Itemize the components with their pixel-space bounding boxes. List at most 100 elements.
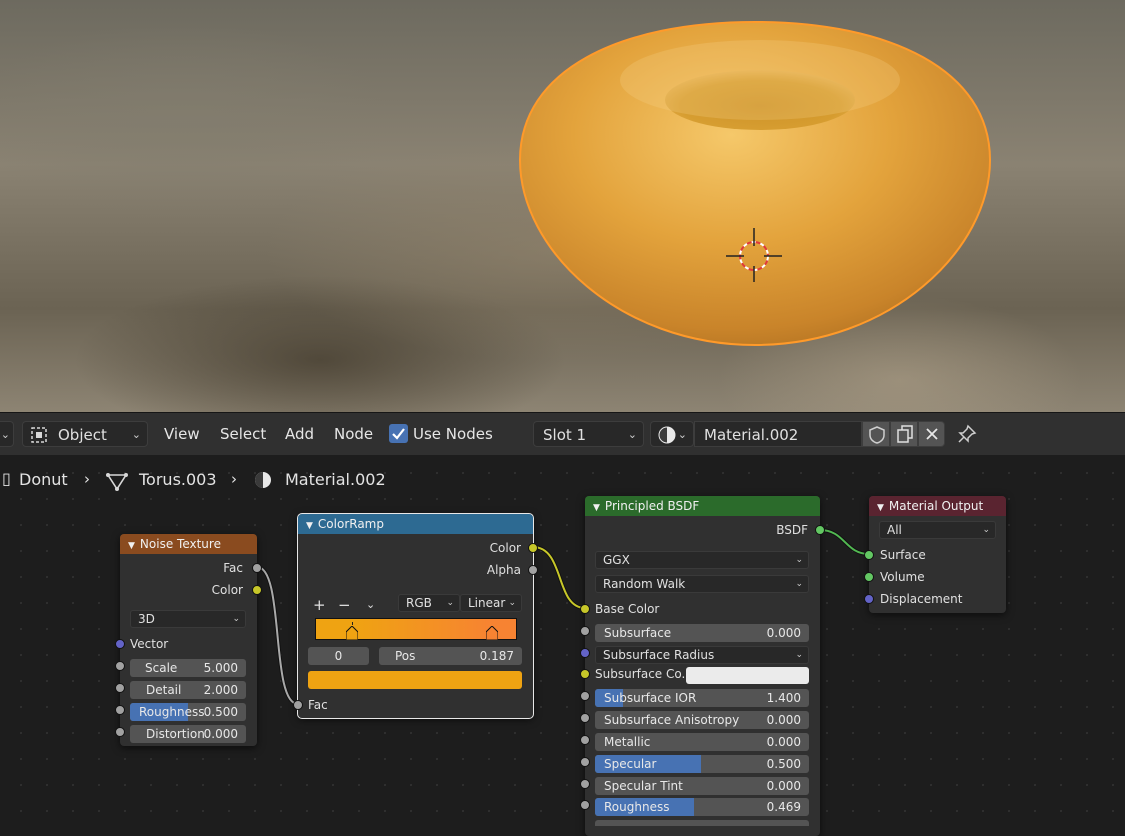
subsurface-field[interactable]: Subsurface 0.000 [595, 624, 809, 642]
subsurface-anisotropy-field[interactable]: Subsurface Anisotropy 0.000 [595, 711, 809, 729]
output-bsdf-socket[interactable] [815, 525, 825, 535]
base-color-label: Base Color [595, 602, 660, 616]
menu-add[interactable]: Add [285, 421, 314, 447]
principled-bsdf-node[interactable]: ▼ Principled BSDF BSDF GGX ⌄ Random Walk ⌄ … [580, 496, 825, 836]
input-displacement-socket[interactable] [864, 594, 874, 604]
node-editor-canvas[interactable]: ▼ Noise Texture Fac Color 3D ⌄ Vector Scal… [0, 454, 1125, 836]
metallic-field[interactable]: Metallic 0.000 [595, 733, 809, 751]
object-mode-icon: ▯ [2, 469, 11, 488]
subsurface-color-socket[interactable] [580, 669, 590, 679]
detail-socket[interactable] [115, 683, 125, 693]
use-nodes-label[interactable]: Use Nodes [413, 421, 493, 447]
subsurface-radius-dropdown[interactable]: Subsurface Radius ⌄ [595, 646, 809, 664]
shader-type-dropdown[interactable]: Object ⌄ [22, 421, 148, 447]
collapse-triangle-icon[interactable]: ▼ [306, 516, 313, 536]
specular-socket[interactable] [580, 757, 590, 767]
menu-node[interactable]: Node [334, 421, 373, 447]
noise-texture-header[interactable]: ▼ Noise Texture [120, 534, 257, 554]
chevron-down-icon[interactable]: ⌄ [366, 598, 375, 611]
chevron-right-icon: › [84, 470, 90, 488]
object-icon [31, 427, 47, 443]
menu-view[interactable]: View [164, 421, 200, 447]
close-icon [926, 428, 938, 440]
remove-stop-button[interactable]: − [338, 596, 351, 614]
browse-material-button[interactable]: ⌄ [650, 421, 694, 447]
active-stop-index-field[interactable]: 0 [308, 647, 369, 665]
color-mode-dropdown[interactable]: RGB ⌄ [398, 594, 460, 612]
input-volume-socket[interactable] [864, 572, 874, 582]
chevron-down-icon: ⌄ [795, 555, 803, 565]
chevron-down-icon: ⌄ [446, 598, 454, 608]
chevron-down-icon: ⌄ [131, 428, 141, 441]
specular-tint-field[interactable]: Specular Tint 0.000 [595, 777, 809, 795]
principled-bsdf-header[interactable]: ▼ Principled BSDF [585, 496, 820, 516]
interpolation-dropdown[interactable]: Linear ⌄ [460, 594, 522, 612]
material-output-header[interactable]: ▼ Material Output [869, 496, 1006, 516]
chevron-down-icon: ⌄ [508, 598, 516, 608]
viewport-scene [518, 20, 992, 347]
3d-viewport[interactable] [0, 0, 1125, 412]
subsurface-ior-field[interactable]: Subsurface IOR 1.400 [595, 689, 809, 707]
roughness-field[interactable]: Roughness 0.500 [130, 703, 246, 721]
pin-icon [958, 424, 977, 443]
input-fac-label: Fac [308, 698, 328, 712]
breadcrumb-object: Donut [19, 470, 68, 489]
mesh-icon [106, 473, 128, 491]
unlink-material-button[interactable] [918, 421, 945, 447]
collapse-triangle-icon[interactable]: ▼ [877, 498, 884, 518]
menu-select[interactable]: Select [220, 421, 266, 447]
subsurface-radius-socket[interactable] [580, 648, 590, 658]
noise-texture-node[interactable]: ▼ Noise Texture Fac Color 3D ⌄ Vector Scal… [115, 534, 262, 746]
donut-object[interactable] [518, 20, 992, 347]
fake-user-button[interactable] [862, 421, 890, 447]
material-name-text: Material.002 [704, 426, 799, 444]
pos-field[interactable]: Pos 0.187 [379, 647, 522, 665]
distortion-socket[interactable] [115, 727, 125, 737]
output-color-socket[interactable] [528, 543, 538, 553]
detail-field[interactable]: Detail 2.000 [130, 681, 246, 699]
subsurface-anisotropy-socket[interactable] [580, 713, 590, 723]
input-surface-socket[interactable] [864, 550, 874, 560]
subsurface-ior-socket[interactable] [580, 691, 590, 701]
chevron-down-icon: ⌄ [795, 579, 803, 589]
base-color-socket[interactable] [580, 604, 590, 614]
add-stop-button[interactable]: + [313, 596, 326, 614]
collapse-triangle-icon[interactable]: ▼ [593, 498, 600, 518]
collapse-triangle-icon[interactable]: ▼ [128, 536, 135, 556]
distribution-dropdown[interactable]: GGX ⌄ [595, 551, 809, 569]
output-alpha-socket[interactable] [528, 565, 538, 575]
scale-socket[interactable] [115, 661, 125, 671]
output-fac-socket[interactable] [252, 563, 262, 573]
subsurface-method-dropdown[interactable]: Random Walk ⌄ [595, 575, 809, 593]
roughness-socket[interactable] [115, 705, 125, 715]
editor-type-dropdown[interactable]: ⌄ [0, 421, 14, 447]
output-color-socket[interactable] [252, 585, 262, 595]
subsurface-socket[interactable] [580, 626, 590, 636]
use-nodes-checkbox[interactable] [389, 424, 408, 443]
colorramp-node[interactable]: ▼ ColorRamp Color Alpha + − ⌄ RGB ⌄ Linear… [293, 513, 538, 719]
color-stop-handle-0[interactable] [346, 626, 358, 640]
scale-field[interactable]: Scale 5.000 [130, 659, 246, 677]
duplicate-material-button[interactable] [890, 421, 918, 447]
distortion-field[interactable]: Distortion 0.000 [130, 725, 246, 743]
colorramp-header[interactable]: ▼ ColorRamp [298, 514, 533, 534]
stop-color-swatch[interactable] [308, 671, 522, 689]
dimensions-dropdown[interactable]: 3D ⌄ [130, 610, 246, 628]
material-name-field[interactable]: Material.002 [694, 421, 862, 447]
color-stop-handle-1[interactable] [486, 626, 498, 640]
specular-tint-socket[interactable] [580, 779, 590, 789]
chevron-down-icon: ⌄ [232, 614, 240, 624]
roughness-socket[interactable] [580, 800, 590, 810]
input-fac-socket[interactable] [293, 700, 303, 710]
output-alpha-label: Alpha [486, 563, 521, 577]
metallic-socket[interactable] [580, 735, 590, 745]
input-vector-label: Vector [130, 637, 169, 651]
render-target-dropdown[interactable]: All ⌄ [879, 521, 996, 539]
slot-dropdown[interactable]: Slot 1 ⌄ [533, 421, 644, 447]
input-vector-socket[interactable] [115, 639, 125, 649]
specular-field[interactable]: Specular 0.500 [595, 755, 809, 773]
subsurface-color-swatch[interactable] [686, 667, 809, 684]
material-output-node[interactable]: ▼ Material Output All ⌄ Surface Volume Dis… [864, 496, 1006, 613]
pin-button[interactable] [955, 421, 979, 447]
roughness-field[interactable]: Roughness 0.469 [595, 798, 809, 816]
